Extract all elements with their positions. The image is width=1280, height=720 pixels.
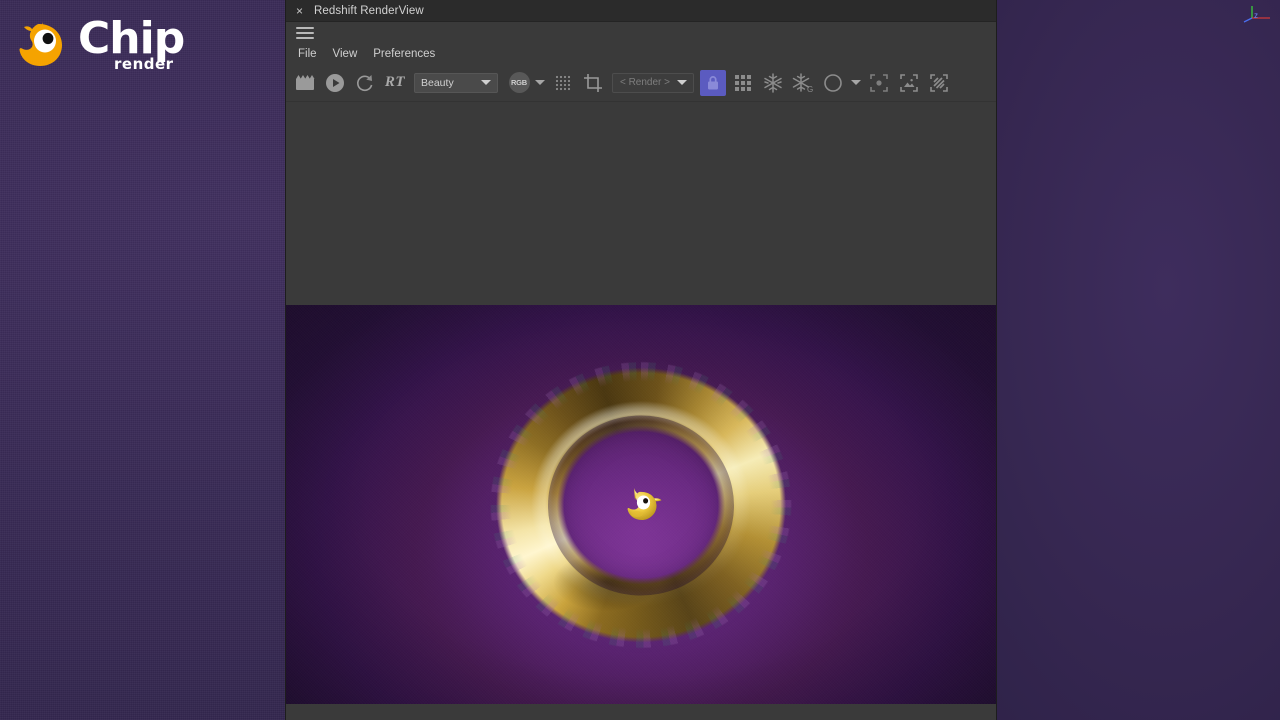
- chevron-down-icon: [481, 80, 491, 85]
- render-bottom-panel: [286, 704, 996, 720]
- svg-text:G: G: [807, 85, 813, 94]
- logo-primary-text: Chip: [78, 12, 185, 64]
- render-clapper-button[interactable]: [290, 68, 320, 98]
- logo-wordmark: Chip render: [78, 12, 185, 73]
- render-toolbar: RT Beauty RGB < Render > G: [286, 64, 996, 102]
- chevron-down-icon: [535, 80, 545, 85]
- lock-button[interactable]: [700, 69, 726, 96]
- screen: z Chip render × Redshift RenderView File…: [0, 0, 1280, 720]
- chip-bird-icon: [12, 18, 68, 70]
- chevron-down-icon: [851, 80, 861, 85]
- denoise-button[interactable]: [758, 68, 788, 98]
- crop-region-button[interactable]: [578, 68, 608, 98]
- redshift-renderview-window: × Redshift RenderView File View Preferen…: [286, 0, 996, 720]
- tiles-button[interactable]: [728, 68, 758, 98]
- axis-gizmo: z: [1240, 4, 1274, 32]
- logo-secondary-text: render: [114, 54, 174, 73]
- close-icon[interactable]: ×: [294, 5, 305, 17]
- circle-button[interactable]: [818, 68, 848, 98]
- menu-bar: File View Preferences: [286, 43, 996, 64]
- rt-label: RT: [384, 74, 406, 90]
- render-viewport[interactable]: [286, 305, 996, 704]
- chip-render-logo: Chip render: [12, 14, 242, 74]
- chevron-down-icon: [677, 80, 687, 85]
- aov-dropdown[interactable]: Beauty: [414, 72, 498, 93]
- menu-item-file[interactable]: File: [298, 48, 317, 60]
- render-list-value: < Render >: [619, 77, 671, 88]
- window-title: Redshift RenderView: [314, 4, 424, 17]
- play-button[interactable]: [320, 68, 350, 98]
- rt-toggle[interactable]: RT: [380, 68, 410, 98]
- refresh-button[interactable]: [350, 68, 380, 98]
- aov-dropdown-value: Beauty: [421, 76, 454, 89]
- axis-z-label: z: [1254, 11, 1258, 20]
- stripes-region-button[interactable]: [924, 68, 954, 98]
- menu-item-view[interactable]: View: [333, 48, 358, 60]
- rgb-channel-button[interactable]: RGB: [502, 68, 532, 98]
- render-list-dropdown[interactable]: < Render >: [612, 72, 694, 93]
- denoise-gpu-button[interactable]: G: [788, 68, 818, 98]
- window-titlebar: × Redshift RenderView: [286, 0, 996, 22]
- render-view-empty-strip: [286, 102, 996, 305]
- desktop-background-right: [996, 0, 1280, 720]
- hamburger-menu-icon[interactable]: [296, 26, 314, 39]
- pixel-grid-button[interactable]: [548, 68, 578, 98]
- circle-dropdown[interactable]: [848, 68, 864, 98]
- render-grain: [286, 305, 996, 704]
- rgb-channel-dropdown[interactable]: [532, 68, 548, 98]
- menu-strip: [286, 22, 996, 43]
- image-region-button[interactable]: [894, 68, 924, 98]
- menu-item-preferences[interactable]: Preferences: [373, 48, 435, 60]
- rgb-channel-label: RGB: [510, 78, 528, 87]
- focus-region-button[interactable]: [864, 68, 894, 98]
